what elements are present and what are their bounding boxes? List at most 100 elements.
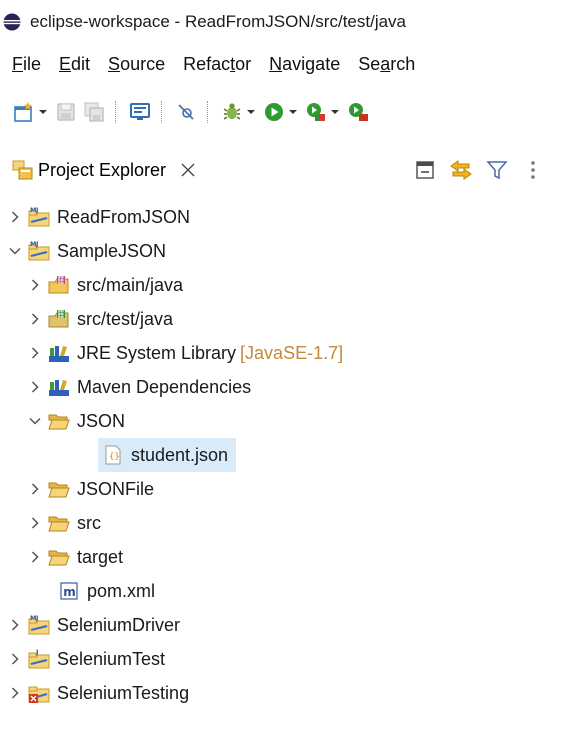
save-icon	[57, 103, 75, 121]
tree-item-readfromjson[interactable]: MJ ReadFromJSON	[0, 200, 563, 234]
project-explorer-tab[interactable]: Project Explorer	[0, 150, 563, 190]
open-console-button[interactable]	[128, 100, 152, 124]
tree-item-src-main-java[interactable]: src/main/java	[0, 268, 563, 302]
new-wizard-icon	[14, 102, 32, 122]
maven-project-icon: MJ	[28, 206, 50, 228]
view-menu-icon	[531, 161, 535, 179]
menu-search[interactable]: Search	[349, 54, 424, 75]
tree-item-target-folder[interactable]: target	[0, 540, 563, 574]
project-explorer-icon	[12, 160, 33, 180]
chevron-down-icon[interactable]	[26, 412, 44, 430]
tree-item-seleniumtesting[interactable]: SeleniumTesting	[0, 676, 563, 710]
chevron-right-icon[interactable]	[26, 344, 44, 362]
coverage-dropdown[interactable]	[330, 100, 342, 124]
new-button[interactable]	[12, 100, 36, 124]
tree-item-seleniumtest[interactable]: J SeleniumTest	[0, 642, 563, 676]
external-tools-button[interactable]	[346, 100, 370, 124]
tree-item-label: JRE System Library	[77, 342, 237, 363]
collapse-all-button[interactable]	[412, 157, 438, 183]
dropdown-arrow-icon	[289, 110, 297, 114]
menu-source[interactable]: Source	[99, 54, 174, 75]
menu-bar: File Edit Source Refactor Navigate Searc…	[0, 46, 563, 82]
tree-item-seleniumdriver[interactable]: MJ SeleniumDriver	[0, 608, 563, 642]
console-icon	[130, 103, 150, 120]
tree-item-jre-system-library[interactable]: JRE System Library [JavaSE-1.7]	[0, 336, 563, 370]
tree-item-label: Maven Dependencies	[77, 376, 252, 397]
view-menu-button[interactable]	[520, 157, 546, 183]
skip-breakpoints-button[interactable]	[174, 100, 198, 124]
debug-dropdown[interactable]	[246, 100, 258, 124]
view-actions	[412, 157, 556, 183]
run-dropdown[interactable]	[288, 100, 300, 124]
tree-item-jsonfile-folder[interactable]: JSONFile	[0, 472, 563, 506]
menu-refactor[interactable]: Refactor	[174, 54, 260, 75]
chevron-right-icon[interactable]	[26, 548, 44, 566]
maven-project-icon: MJ	[28, 240, 50, 262]
chevron-down-icon[interactable]	[6, 242, 24, 260]
tree-item-label: SampleJSON	[57, 240, 167, 261]
filter-button[interactable]	[484, 157, 510, 183]
tree-item-json-folder[interactable]: JSON	[0, 404, 563, 438]
chevron-right-icon[interactable]	[6, 208, 24, 226]
save-all-button[interactable]	[82, 100, 106, 124]
link-with-editor-icon	[450, 160, 472, 180]
chevron-right-icon[interactable]	[6, 616, 24, 634]
open-folder-icon	[48, 410, 70, 432]
skip-breakpoints-icon	[178, 104, 194, 120]
source-folder-icon	[48, 274, 70, 296]
chevron-right-icon[interactable]	[26, 378, 44, 396]
tree-item-src-folder[interactable]: src	[0, 506, 563, 540]
svg-text:{}: {}	[109, 452, 120, 462]
chevron-right-icon[interactable]	[26, 480, 44, 498]
chevron-right-icon[interactable]	[26, 514, 44, 532]
dropdown-arrow-icon	[331, 110, 339, 114]
maven-project-icon: MJ	[28, 614, 50, 636]
selection-highlight[interactable]: {} student.json	[98, 438, 237, 472]
menu-file[interactable]: File	[0, 54, 50, 75]
tree-item-label: SeleniumTesting	[57, 682, 190, 703]
external-tools-icon	[349, 103, 368, 121]
folder-icon	[48, 478, 70, 500]
chevron-right-icon[interactable]	[26, 276, 44, 294]
toolbar-separator	[207, 101, 209, 123]
tree-item-label: student.json	[131, 444, 229, 465]
save-all-icon	[84, 102, 104, 122]
dropdown-arrow-icon	[247, 110, 255, 114]
chevron-right-icon[interactable]	[6, 650, 24, 668]
coverage-button[interactable]	[304, 100, 328, 124]
chevron-right-icon[interactable]	[6, 684, 24, 702]
maven-pom-icon: m	[58, 580, 80, 602]
tree-item-samplejson[interactable]: MJ SampleJSON	[0, 234, 563, 268]
run-button[interactable]	[262, 100, 286, 124]
link-with-editor-button[interactable]	[448, 157, 474, 183]
chevron-right-icon[interactable]	[26, 310, 44, 328]
close-icon[interactable]	[180, 162, 196, 178]
menu-edit[interactable]: Edit	[50, 54, 99, 75]
debug-button[interactable]	[220, 100, 244, 124]
tree-item-label: JSON	[77, 410, 126, 431]
folder-icon	[48, 512, 70, 534]
tree-item-label: src/test/java	[77, 308, 174, 329]
library-icon	[48, 342, 70, 364]
debug-bug-icon	[223, 103, 241, 120]
tree-item-student-json[interactable]: {} student.json	[0, 438, 563, 472]
save-button[interactable]	[54, 100, 78, 124]
tree-item-label: JSONFile	[77, 478, 155, 499]
main-toolbar	[0, 92, 563, 132]
tree-item-label: SeleniumDriver	[57, 614, 181, 635]
tree-item-src-test-java[interactable]: src/test/java	[0, 302, 563, 336]
tree-item-label: SeleniumTest	[57, 648, 166, 669]
menu-navigate[interactable]: Navigate	[260, 54, 349, 75]
java-project-icon: J	[28, 648, 50, 670]
tree-item-maven-dependencies[interactable]: Maven Dependencies	[0, 370, 563, 404]
toolbar-separator	[161, 101, 163, 123]
new-dropdown[interactable]	[38, 100, 50, 124]
json-file-icon: {}	[102, 444, 124, 466]
library-icon	[48, 376, 70, 398]
project-explorer-title: Project Explorer	[38, 159, 167, 180]
dropdown-arrow-icon	[39, 110, 47, 114]
collapse-all-icon	[416, 161, 434, 179]
svg-text:J: J	[35, 614, 38, 622]
java-project-error-icon	[28, 682, 50, 704]
tree-item-pom-xml[interactable]: m pom.xml	[0, 574, 563, 608]
